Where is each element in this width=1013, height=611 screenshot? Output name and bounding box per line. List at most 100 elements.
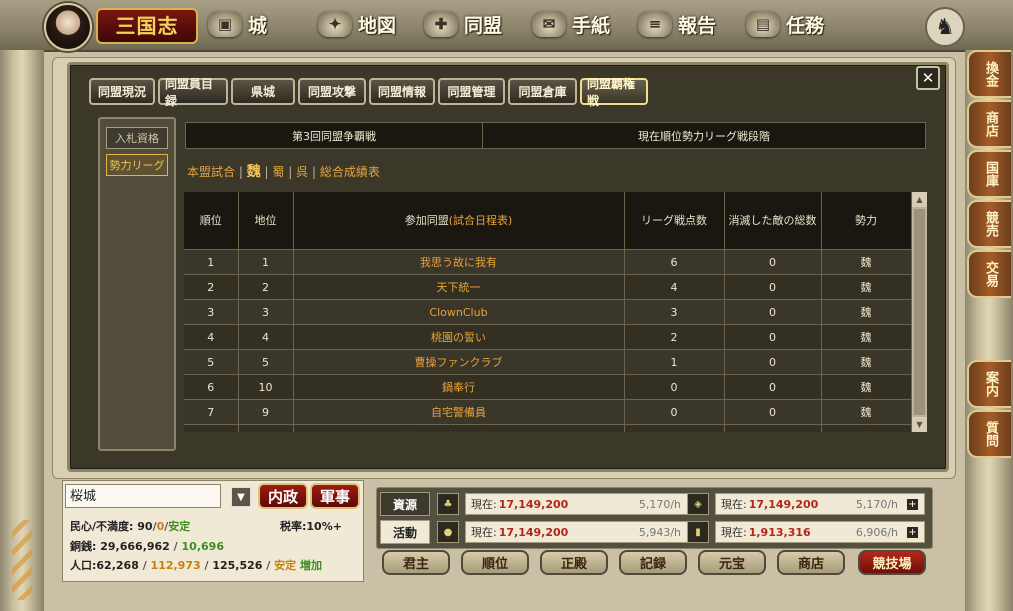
side-tab-guide[interactable]: 案内 bbox=[967, 360, 1011, 408]
resources-tab[interactable]: 資源 bbox=[380, 492, 430, 516]
alliance-cell[interactable]: 俺の屍を越えて行け！ bbox=[293, 424, 625, 432]
alliance-cell[interactable]: 曹操ファンクラブ bbox=[293, 349, 625, 375]
horse-icon[interactable]: ♞ bbox=[925, 7, 965, 47]
col-rank: 順位 bbox=[184, 192, 239, 250]
population-stat: 人口:62,268 / 112,973 / 125,526 / 安定 増加 bbox=[70, 559, 322, 572]
destroyed-cell: 0 bbox=[724, 349, 822, 375]
scroll-thumb[interactable] bbox=[914, 209, 925, 415]
points-cell: 6 bbox=[624, 249, 725, 275]
alliance-cell[interactable]: 鍋奉行 bbox=[293, 374, 625, 400]
tab-alliance-status[interactable]: 同盟現況 bbox=[89, 78, 155, 105]
nav-quest[interactable]: ▤ 任務 bbox=[746, 8, 824, 40]
alliance-cell[interactable]: 我思う故に我有 bbox=[293, 249, 625, 275]
position-cell: 4 bbox=[238, 324, 294, 350]
nav-alliance[interactable]: ✚ 同盟 bbox=[424, 8, 502, 40]
filter-separator: | bbox=[264, 165, 269, 179]
naisei-button[interactable]: 内政 bbox=[258, 483, 308, 509]
pop-value: 62,268 bbox=[96, 559, 139, 572]
faction-cell: 魏 bbox=[821, 274, 911, 300]
morale-stat: 民心/不満度: 90/0/安定 bbox=[70, 520, 191, 533]
side-tab-question[interactable]: 質問 bbox=[967, 410, 1011, 458]
castle-select[interactable]: 桜城 bbox=[65, 484, 221, 508]
col-destroyed: 消滅した敵の総数 bbox=[724, 192, 822, 250]
filter-separator: | bbox=[288, 165, 293, 179]
table-row: 86俺の屍を越えて行け！00魏 bbox=[184, 424, 911, 432]
scroll-down-icon[interactable]: ▼ bbox=[912, 417, 927, 432]
resource-wood: ♣ 現在:17,149,200 5,170/h + bbox=[437, 493, 708, 515]
filter-separator: | bbox=[311, 165, 317, 179]
schedule-link[interactable]: (試合日程表) bbox=[449, 214, 513, 227]
tab-alliance-manage[interactable]: 同盟管理 bbox=[438, 78, 505, 105]
morale-value: 90 bbox=[137, 520, 153, 533]
alliance-cell[interactable]: 桃園の誓い bbox=[293, 324, 625, 350]
add-iron-button[interactable]: + bbox=[907, 499, 918, 510]
table-row: 5 5 曹操ファンクラブ 1 0 魏 bbox=[184, 349, 911, 375]
arena-button[interactable]: 競技場 bbox=[858, 550, 926, 575]
side-tab-exchange[interactable]: 換金 bbox=[967, 50, 1011, 98]
league-banner: 第3回同盟争覇戦 現在順位勢力リーグ戦段階 bbox=[185, 122, 926, 149]
gunji-button[interactable]: 軍事 bbox=[310, 483, 360, 509]
faction-cell: 魏 bbox=[821, 349, 911, 375]
faction-cell: 魏 bbox=[821, 399, 911, 425]
close-icon[interactable]: ✕ bbox=[916, 66, 940, 90]
copper-stat: 銅銭: 29,666,962 / 10,696 bbox=[70, 540, 224, 553]
destroyed-cell: 0 bbox=[724, 249, 822, 275]
tab-alliance-attack[interactable]: 同盟攻撃 bbox=[298, 78, 366, 105]
table-scrollbar[interactable]: ▲ ▼ bbox=[911, 192, 927, 432]
wood-icon: ♣ bbox=[437, 493, 459, 515]
tax-plus-icon[interactable]: + bbox=[333, 520, 342, 533]
position-cell: 5 bbox=[238, 349, 294, 375]
scroll-up-icon[interactable]: ▲ bbox=[912, 192, 927, 207]
lord-avatar[interactable] bbox=[44, 3, 92, 51]
tab-alliance-hegemony[interactable]: 同盟覇権戦 bbox=[580, 77, 648, 108]
tab-alliance-info[interactable]: 同盟情報 bbox=[369, 78, 435, 105]
rank-cell: 8 bbox=[184, 424, 239, 432]
alliance-cell[interactable]: 天下統一 bbox=[293, 274, 625, 300]
side-tab-treasury[interactable]: 国庫 bbox=[967, 150, 1011, 198]
scroll-report-icon: ≡ bbox=[638, 11, 672, 37]
nav-report[interactable]: ≡ 報告 bbox=[638, 8, 716, 40]
nav-letter[interactable]: ✉ 手紙 bbox=[532, 8, 610, 40]
ranking-button[interactable]: 順位 bbox=[461, 550, 529, 575]
table-row: 4 4 桃園の誓い 2 0 魏 bbox=[184, 324, 911, 350]
game-logo: 三国志 bbox=[96, 8, 198, 44]
yuanbao-button[interactable]: 元宝 bbox=[698, 550, 766, 575]
side-tab-auction[interactable]: 競売 bbox=[967, 200, 1011, 248]
destroyed-cell: 0 bbox=[724, 299, 822, 325]
filter-wei[interactable]: 魏 bbox=[247, 164, 261, 180]
record-button[interactable]: 記録 bbox=[619, 550, 687, 575]
chevron-down-icon[interactable]: ▼ bbox=[231, 487, 251, 507]
map-icon: ✦ bbox=[318, 11, 352, 37]
col-faction: 勢力 bbox=[821, 192, 911, 250]
tab-prefecture[interactable]: 県城 bbox=[231, 78, 295, 105]
filter-overall-results[interactable]: 総合成績表 bbox=[320, 165, 380, 179]
main-hall-button[interactable]: 正殿 bbox=[540, 550, 608, 575]
submenu-faction-league[interactable]: 勢力リーグ bbox=[106, 154, 168, 176]
side-tab-shop[interactable]: 商店 bbox=[967, 100, 1011, 148]
filter-shu[interactable]: 蜀 bbox=[272, 165, 284, 179]
faction-cell: 魏 bbox=[821, 249, 911, 275]
position-cell: 1 bbox=[238, 249, 294, 275]
faction-cell: 魏 bbox=[821, 324, 911, 350]
points-cell: 2 bbox=[624, 324, 725, 350]
nav-castle[interactable]: ▣ 城 bbox=[208, 8, 267, 40]
lord-button[interactable]: 君主 bbox=[382, 550, 450, 575]
alliance-cell[interactable]: 自宅警備員 bbox=[293, 399, 625, 425]
submenu-bid-qualification[interactable]: 入札資格 bbox=[106, 127, 168, 149]
faction-cell: 魏 bbox=[821, 299, 911, 325]
filter-wu[interactable]: 呉 bbox=[296, 165, 308, 179]
side-tab-trade[interactable]: 交易 bbox=[967, 250, 1011, 298]
alliance-cell[interactable]: ClownClub bbox=[293, 299, 625, 325]
shop-button[interactable]: 商店 bbox=[777, 550, 845, 575]
destroyed-cell: 0 bbox=[724, 424, 822, 432]
add-grain-button[interactable]: + bbox=[907, 527, 918, 538]
table-row: 7 9 自宅警備員 0 0 魏 bbox=[184, 399, 911, 425]
filter-separator: | bbox=[238, 165, 243, 179]
activity-tab[interactable]: 活動 bbox=[380, 520, 430, 544]
filter-own-match[interactable]: 本盟試合 bbox=[187, 165, 235, 179]
league-table: 順位 地位 参加同盟(試合日程表) リーグ戦点数 消滅した敵の総数 勢力 11我… bbox=[184, 192, 911, 432]
destroyed-cell: 0 bbox=[724, 274, 822, 300]
nav-map[interactable]: ✦ 地図 bbox=[318, 8, 396, 40]
tab-alliance-storage[interactable]: 同盟倉庫 bbox=[508, 78, 577, 105]
tab-member-list[interactable]: 同盟員目録 bbox=[158, 77, 228, 108]
